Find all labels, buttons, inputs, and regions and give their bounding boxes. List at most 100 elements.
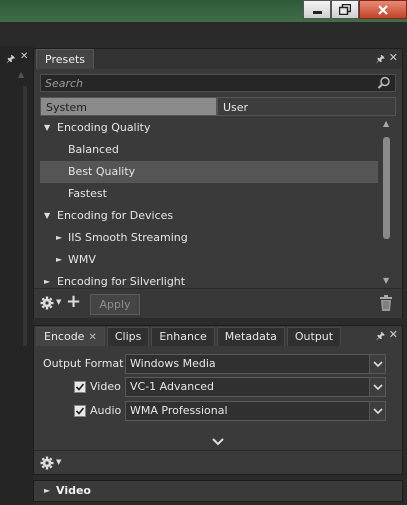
tree-group-wmv[interactable]: ► WMV <box>40 249 378 271</box>
close-icon[interactable]: ✕ <box>88 332 96 343</box>
tree-item-label: Encoding for Silverlight <box>57 275 186 287</box>
apply-button[interactable]: Apply <box>90 294 140 315</box>
video-codec-select[interactable]: VC-1 Advanced <box>125 377 386 397</box>
dropdown-button[interactable] <box>369 378 385 396</box>
preset-tree: ▼ Encoding Quality Balanced Best Quality… <box>40 117 378 287</box>
tree-item-label: Fastest <box>68 187 107 200</box>
close-button[interactable] <box>359 0 407 19</box>
video-label: Video <box>90 380 121 393</box>
window-controls <box>303 0 407 20</box>
tree-item-label: Best Quality <box>68 165 136 178</box>
close-icon[interactable]: ✕ <box>20 51 28 62</box>
checkmark-icon <box>75 407 85 415</box>
presets-panel: Presets 🖈 ✕ System User ▼ Encoding Quali… <box>33 48 403 318</box>
gear-icon[interactable] <box>40 456 54 470</box>
audio-checkbox[interactable] <box>74 405 86 417</box>
tree-item-label: Encoding for Devices <box>57 209 174 222</box>
tab-enhance[interactable]: Enhance <box>151 327 215 346</box>
tab-label: Clips <box>114 330 142 343</box>
scroll-rail[interactable] <box>23 86 27 346</box>
tab-metadata[interactable]: Metadata <box>216 327 285 346</box>
search-icon[interactable] <box>377 76 391 90</box>
pin-icon[interactable]: 🖈 <box>6 52 15 69</box>
minimize-icon <box>312 11 322 14</box>
tree-item-label: IIS Smooth Streaming <box>68 231 188 244</box>
restore-icon <box>339 4 351 15</box>
encode-toolbar: ▼ <box>34 450 402 474</box>
scroll-up-icon[interactable]: ▲ <box>383 119 389 128</box>
tab-label: Metadata <box>224 330 277 343</box>
select-value: WMA Professional <box>130 404 228 417</box>
tab-clips[interactable]: Clips <box>106 327 150 346</box>
audio-codec-row: Audio WMA Professional <box>34 400 402 422</box>
tree-group-encoding-quality[interactable]: ▼ Encoding Quality <box>40 117 378 139</box>
tab-output[interactable]: Output <box>286 327 342 346</box>
search-box <box>40 74 396 92</box>
expand-arrow-icon[interactable]: ► <box>44 486 50 495</box>
output-format-label: Output Format <box>43 357 124 370</box>
tree-scrollbar[interactable]: ▲ ▼ <box>380 119 394 285</box>
video-section-header[interactable]: ► Video <box>33 480 403 502</box>
scroll-down-icon[interactable]: ▼ <box>383 276 389 285</box>
presets-title: Presets <box>36 49 95 69</box>
chevron-down-icon[interactable]: ▼ <box>56 458 61 466</box>
dropdown-button[interactable] <box>369 355 385 373</box>
gear-icon[interactable] <box>40 296 54 310</box>
encode-panel: Encode ✕ Clips Enhance Metadata Output 🖈 … <box>33 325 403 475</box>
expand-arrow-icon[interactable]: ▼ <box>44 117 50 139</box>
toolbar-band <box>0 22 407 46</box>
chevron-down-icon <box>373 361 383 368</box>
pin-icon[interactable]: 🖈 <box>376 329 385 346</box>
add-preset-button[interactable]: + <box>66 291 81 312</box>
video-codec-row: Video VC-1 Advanced <box>34 376 402 398</box>
output-format-row: Output Format Windows Media <box>34 353 402 375</box>
tab-label: Enhance <box>159 330 207 343</box>
restore-button[interactable] <box>331 0 359 19</box>
tree-item-best-quality[interactable]: Best Quality <box>40 161 378 183</box>
select-value: VC-1 Advanced <box>130 380 215 393</box>
tab-label: Output <box>294 330 334 343</box>
left-dock-strip: 🖈 ✕ ▲ <box>0 46 33 505</box>
tree-group-encoding-for-silverlight[interactable]: ► Encoding for Silverlight <box>40 271 378 287</box>
segment-system[interactable]: System <box>40 97 217 116</box>
tree-item-balanced[interactable]: Balanced <box>40 139 378 161</box>
presets-toolbar: ▼ + Apply <box>34 288 402 318</box>
chevron-down-icon <box>373 384 383 391</box>
video-checkbox[interactable] <box>74 381 86 393</box>
collapse-arrow-icon[interactable]: ► <box>56 227 62 249</box>
collapse-arrow-icon[interactable]: ► <box>44 271 50 287</box>
tree-group-iis-smooth-streaming[interactable]: ► IIS Smooth Streaming <box>40 227 378 249</box>
audio-label: Audio <box>90 404 122 417</box>
close-icon[interactable]: ✕ <box>389 51 398 64</box>
expand-arrow-icon[interactable]: ▼ <box>44 205 50 227</box>
chevron-down-icon[interactable]: ▼ <box>56 298 61 306</box>
tree-item-label: Encoding Quality <box>57 121 151 134</box>
tree-item-fastest[interactable]: Fastest <box>40 183 378 205</box>
tab-label: Encode <box>44 330 85 343</box>
presets-header: Presets 🖈 ✕ <box>34 49 402 69</box>
tree-group-encoding-for-devices[interactable]: ▼ Encoding for Devices <box>40 205 378 227</box>
close-icon[interactable]: ✕ <box>389 328 398 341</box>
scroll-up-icon[interactable]: ▲ <box>18 70 24 79</box>
collapse-arrow-icon[interactable]: ► <box>56 249 62 271</box>
checkmark-icon <box>75 383 85 391</box>
expand-more-icon[interactable] <box>210 437 226 447</box>
output-format-select[interactable]: Windows Media <box>125 354 386 374</box>
minimize-button[interactable] <box>303 0 331 19</box>
tree-item-label: Balanced <box>68 143 119 156</box>
window-titlebar <box>0 0 407 22</box>
close-icon <box>378 4 388 15</box>
segment-user[interactable]: User <box>217 97 396 116</box>
preset-scope-toggle: System User <box>40 97 396 116</box>
trash-icon[interactable] <box>380 295 392 311</box>
pin-icon[interactable]: 🖈 <box>376 52 385 69</box>
tab-encode[interactable]: Encode ✕ <box>36 327 105 346</box>
tree-item-label: WMV <box>68 253 96 266</box>
chevron-down-icon <box>373 408 383 415</box>
audio-codec-select[interactable]: WMA Professional <box>125 401 386 421</box>
scrollbar-thumb[interactable] <box>383 137 390 239</box>
dropdown-button[interactable] <box>369 402 385 420</box>
select-value: Windows Media <box>130 357 216 370</box>
search-input[interactable] <box>41 75 361 91</box>
video-section-label: Video <box>56 484 91 497</box>
